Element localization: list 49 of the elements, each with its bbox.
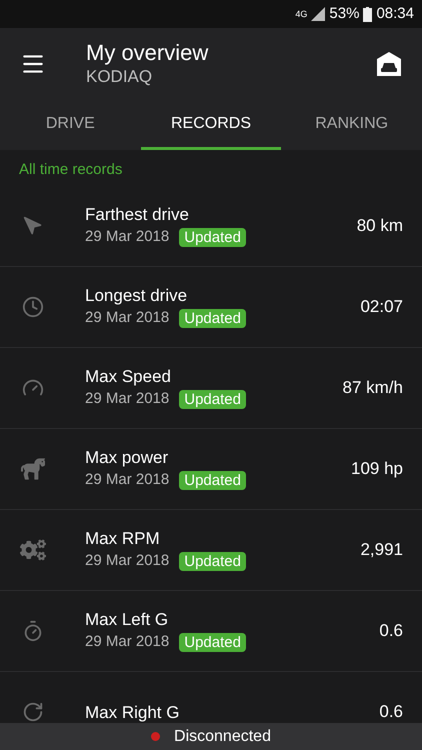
signal-icon bbox=[311, 7, 326, 21]
updated-badge: Updated bbox=[179, 632, 246, 652]
record-name: Max Right G bbox=[85, 702, 180, 722]
record-name: Max RPM bbox=[85, 528, 161, 549]
section-heading: All time records bbox=[19, 161, 122, 178]
battery-percent: 53% bbox=[329, 4, 360, 24]
garage-car-button[interactable] bbox=[376, 51, 402, 77]
record-value: 80 km bbox=[356, 215, 403, 238]
record-date: 29 Mar 2018 bbox=[85, 632, 170, 652]
updated-badge: Updated bbox=[179, 552, 246, 570]
updated-badge: Updated bbox=[179, 470, 246, 490]
record-value: 2,991 bbox=[360, 539, 403, 562]
record-row[interactable]: Max Speed 29 Mar 2018 Updated 87 km/h bbox=[0, 348, 422, 429]
record-name: Max Left G bbox=[85, 608, 170, 630]
record-name: Longest drive bbox=[85, 284, 188, 306]
record-value: 87 km/h bbox=[342, 377, 403, 400]
record-name: Farthest drive bbox=[85, 204, 190, 225]
navigation-arrow-icon bbox=[22, 216, 42, 236]
record-row[interactable]: Max Left G 29 Mar 2018 Updated 0.6 bbox=[0, 591, 422, 672]
record-date: 29 Mar 2018 bbox=[85, 470, 170, 490]
record-value: 02:07 bbox=[360, 296, 403, 318]
tab[interactable]: RECORDS bbox=[140, 100, 282, 150]
record-value: 109 hp bbox=[351, 458, 403, 480]
record-date: 29 Mar 2018 bbox=[85, 550, 170, 571]
record-row[interactable]: Farthest drive 29 Mar 2018 Updated 80 km bbox=[0, 186, 422, 267]
record-name: Max Speed bbox=[85, 366, 172, 387]
record-value: 0.6 bbox=[379, 620, 403, 642]
record-row[interactable]: Longest drive 29 Mar 2018 Updated 02:07 bbox=[0, 267, 422, 348]
network-type-label: 4G bbox=[295, 10, 308, 18]
tab[interactable]: RANKING bbox=[281, 100, 422, 150]
record-date: 29 Mar 2018 bbox=[85, 388, 170, 409]
gears-icon bbox=[20, 537, 46, 563]
vehicle-name: KODIAQ bbox=[86, 66, 154, 88]
updated-badge: Updated bbox=[179, 308, 246, 328]
record-value: 0.6 bbox=[379, 701, 403, 724]
record-row[interactable]: Max power 29 Mar 2018 Updated 109 hp bbox=[0, 429, 422, 510]
record-date: 29 Mar 2018 bbox=[85, 226, 170, 247]
updated-badge: Updated bbox=[179, 228, 246, 246]
battery-icon bbox=[363, 6, 372, 22]
updated-badge: Updated bbox=[179, 390, 246, 408]
page-title: My overview bbox=[86, 40, 208, 66]
record-row[interactable]: Max RPM 29 Mar 2018 Updated 2,991 bbox=[0, 510, 422, 591]
tab[interactable]: DRIVE bbox=[0, 100, 141, 150]
clock-icon bbox=[22, 296, 44, 318]
connection-label: Disconnected bbox=[174, 726, 271, 746]
horse-icon bbox=[20, 457, 44, 481]
clock-time: 08:34 bbox=[376, 4, 414, 24]
record-name: Max power bbox=[85, 446, 170, 468]
record-date: 29 Mar 2018 bbox=[85, 308, 170, 328]
